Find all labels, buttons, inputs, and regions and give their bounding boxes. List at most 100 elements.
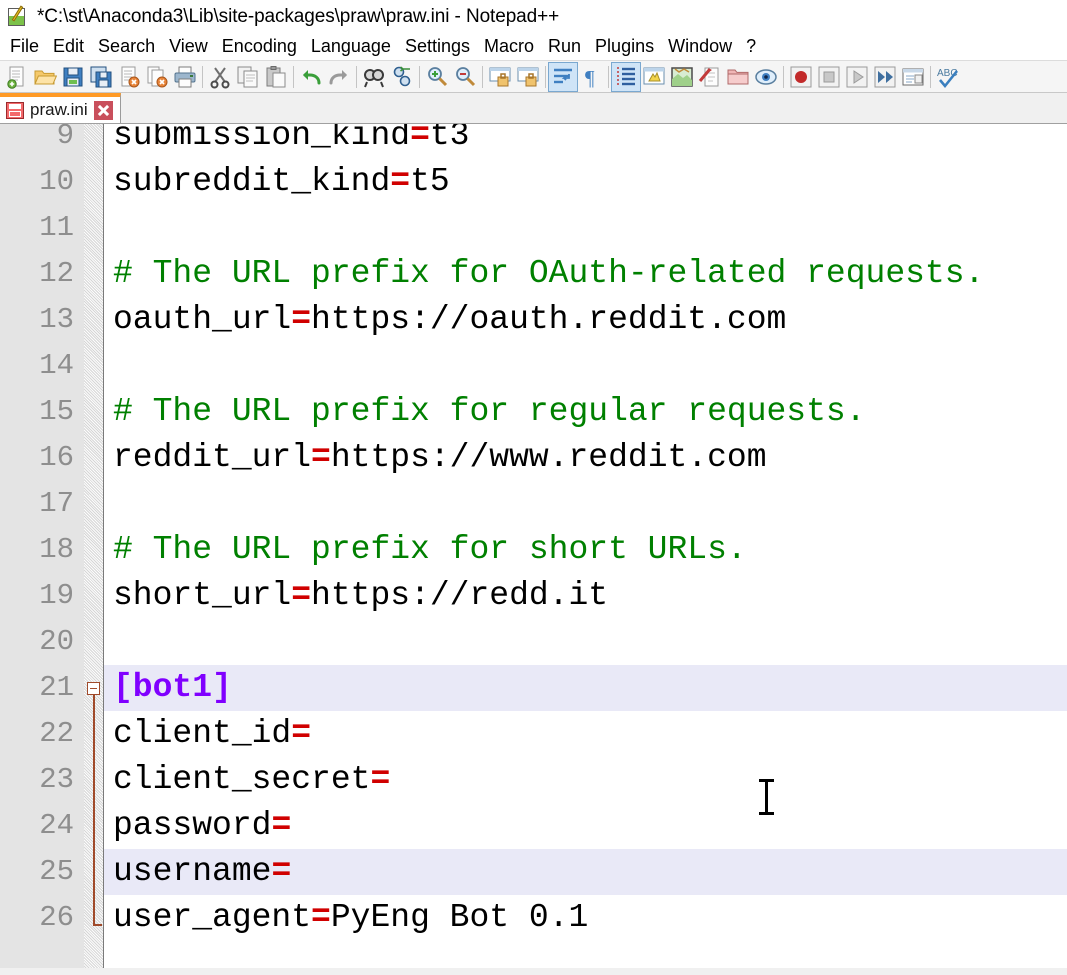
tab-praw-ini[interactable]: praw.ini — [0, 93, 121, 123]
code-token-plain: t3 — [430, 124, 470, 154]
modified-document-icon — [6, 102, 24, 119]
code-token-eq: = — [271, 807, 291, 844]
code-line[interactable]: oauth_url=https://oauth.reddit.com — [104, 297, 1067, 343]
sync-vertical-scroll-icon[interactable] — [486, 63, 514, 91]
fold-collapse-icon[interactable] — [87, 682, 100, 695]
menu-item-run[interactable]: Run — [541, 35, 588, 59]
zoom-out-icon[interactable] — [451, 63, 479, 91]
text-area[interactable]: submission_kind=t3subreddit_kind=t5 # The… — [104, 124, 1067, 968]
record-macro-icon[interactable] — [787, 63, 815, 91]
window-title: *C:\st\Anaconda3\Lib\site-packages\praw\… — [37, 6, 559, 28]
menu-item-macro[interactable]: Macro — [477, 35, 541, 59]
code-line[interactable]: client_id= — [104, 711, 1067, 757]
toolbar: ¶ ABC — [0, 60, 1067, 93]
document-monitoring-icon[interactable] — [752, 63, 780, 91]
indent-guide-icon[interactable] — [612, 63, 640, 91]
save-all-icon[interactable] — [87, 63, 115, 91]
word-wrap-icon[interactable] — [549, 63, 577, 91]
code-line[interactable]: client_secret= — [104, 757, 1067, 803]
zoom-in-icon[interactable] — [423, 63, 451, 91]
toolbar-separator — [202, 66, 203, 88]
menu-item-file[interactable]: File — [3, 35, 46, 59]
sync-horizontal-scroll-icon[interactable] — [514, 63, 542, 91]
menu-item-plugins[interactable]: Plugins — [588, 35, 661, 59]
line-number: 22 — [4, 711, 74, 757]
folder-as-workspace-icon[interactable] — [724, 63, 752, 91]
code-line[interactable] — [104, 343, 1067, 389]
document-map-icon[interactable] — [668, 63, 696, 91]
line-number: 17 — [4, 481, 74, 527]
save-macro-icon[interactable] — [899, 63, 927, 91]
code-line[interactable] — [104, 619, 1067, 665]
fold-margin[interactable] — [84, 124, 104, 968]
code-line[interactable]: reddit_url=https://www.reddit.com — [104, 435, 1067, 481]
user-defined-dialog-icon[interactable] — [640, 63, 668, 91]
redo-icon[interactable] — [325, 63, 353, 91]
print-icon[interactable] — [171, 63, 199, 91]
replace-icon[interactable] — [388, 63, 416, 91]
code-token-plain: user_agent — [113, 899, 311, 936]
play-macro-icon[interactable] — [843, 63, 871, 91]
close-file-icon[interactable] — [115, 63, 143, 91]
run-macro-multiple-icon[interactable] — [871, 63, 899, 91]
line-number: 14 — [4, 343, 74, 389]
code-line[interactable]: # The URL prefix for OAuth-related reque… — [104, 251, 1067, 297]
fold-range-end-marker — [93, 924, 102, 926]
menu-item-encoding[interactable]: Encoding — [215, 35, 304, 59]
open-file-icon[interactable] — [31, 63, 59, 91]
menu-item-[interactable]: ? — [739, 35, 763, 59]
code-token-plain: oauth_url — [113, 301, 291, 338]
menu-item-search[interactable]: Search — [91, 35, 162, 59]
close-all-files-icon[interactable] — [143, 63, 171, 91]
code-line[interactable]: username= — [104, 849, 1067, 895]
notepadpp-icon — [6, 5, 30, 29]
line-number: 23 — [4, 757, 74, 803]
tab-bar: praw.ini — [0, 93, 1067, 124]
line-number: 16 — [4, 435, 74, 481]
code-line[interactable]: short_url=https://redd.it — [104, 573, 1067, 619]
code-line[interactable]: submission_kind=t3 — [104, 124, 1067, 159]
line-number: 21 — [4, 665, 74, 711]
menu-item-language[interactable]: Language — [304, 35, 398, 59]
undo-icon[interactable] — [297, 63, 325, 91]
new-file-icon[interactable] — [3, 63, 31, 91]
find-icon[interactable] — [360, 63, 388, 91]
menu-item-edit[interactable]: Edit — [46, 35, 91, 59]
code-line[interactable] — [104, 205, 1067, 251]
line-number: 26 — [4, 895, 74, 941]
code-line[interactable]: # The URL prefix for short URLs. — [104, 527, 1067, 573]
code-line[interactable]: # The URL prefix for regular requests. — [104, 389, 1067, 435]
menu-bar: FileEditSearchViewEncodingLanguageSettin… — [0, 34, 1067, 60]
line-number: 24 — [4, 803, 74, 849]
code-line[interactable]: [bot1] — [104, 665, 1067, 711]
code-line[interactable]: user_agent=PyEng Bot 0.1 — [104, 895, 1067, 941]
line-number: 12 — [4, 251, 74, 297]
menu-item-window[interactable]: Window — [661, 35, 739, 59]
line-number-gutter: 91011121314151617181920212223242526 — [0, 124, 84, 968]
code-line[interactable] — [104, 481, 1067, 527]
toolbar-separator — [545, 66, 546, 88]
line-number: 18 — [4, 527, 74, 573]
tab-label: praw.ini — [30, 100, 88, 120]
svg-text:¶: ¶ — [585, 66, 595, 89]
menu-item-settings[interactable]: Settings — [398, 35, 477, 59]
code-token-plain: password — [113, 807, 271, 844]
line-number: 11 — [4, 205, 74, 251]
close-icon[interactable] — [94, 101, 113, 120]
cut-icon[interactable] — [206, 63, 234, 91]
menu-item-view[interactable]: View — [162, 35, 215, 59]
copy-icon[interactable] — [234, 63, 262, 91]
spell-check-icon[interactable]: ABC — [934, 63, 962, 91]
save-icon[interactable] — [59, 63, 87, 91]
code-line[interactable]: password= — [104, 803, 1067, 849]
code-token-comment: # The URL prefix for OAuth-related reque… — [113, 255, 984, 292]
editor-area[interactable]: 91011121314151617181920212223242526 subm… — [0, 124, 1067, 968]
show-all-characters-icon[interactable]: ¶ — [577, 63, 605, 91]
fold-range-line — [93, 695, 95, 925]
function-list-icon[interactable] — [696, 63, 724, 91]
code-line[interactable]: subreddit_kind=t5 — [104, 159, 1067, 205]
line-number: 9 — [4, 124, 74, 159]
paste-icon[interactable] — [262, 63, 290, 91]
toolbar-separator — [783, 66, 784, 88]
stop-macro-icon[interactable] — [815, 63, 843, 91]
